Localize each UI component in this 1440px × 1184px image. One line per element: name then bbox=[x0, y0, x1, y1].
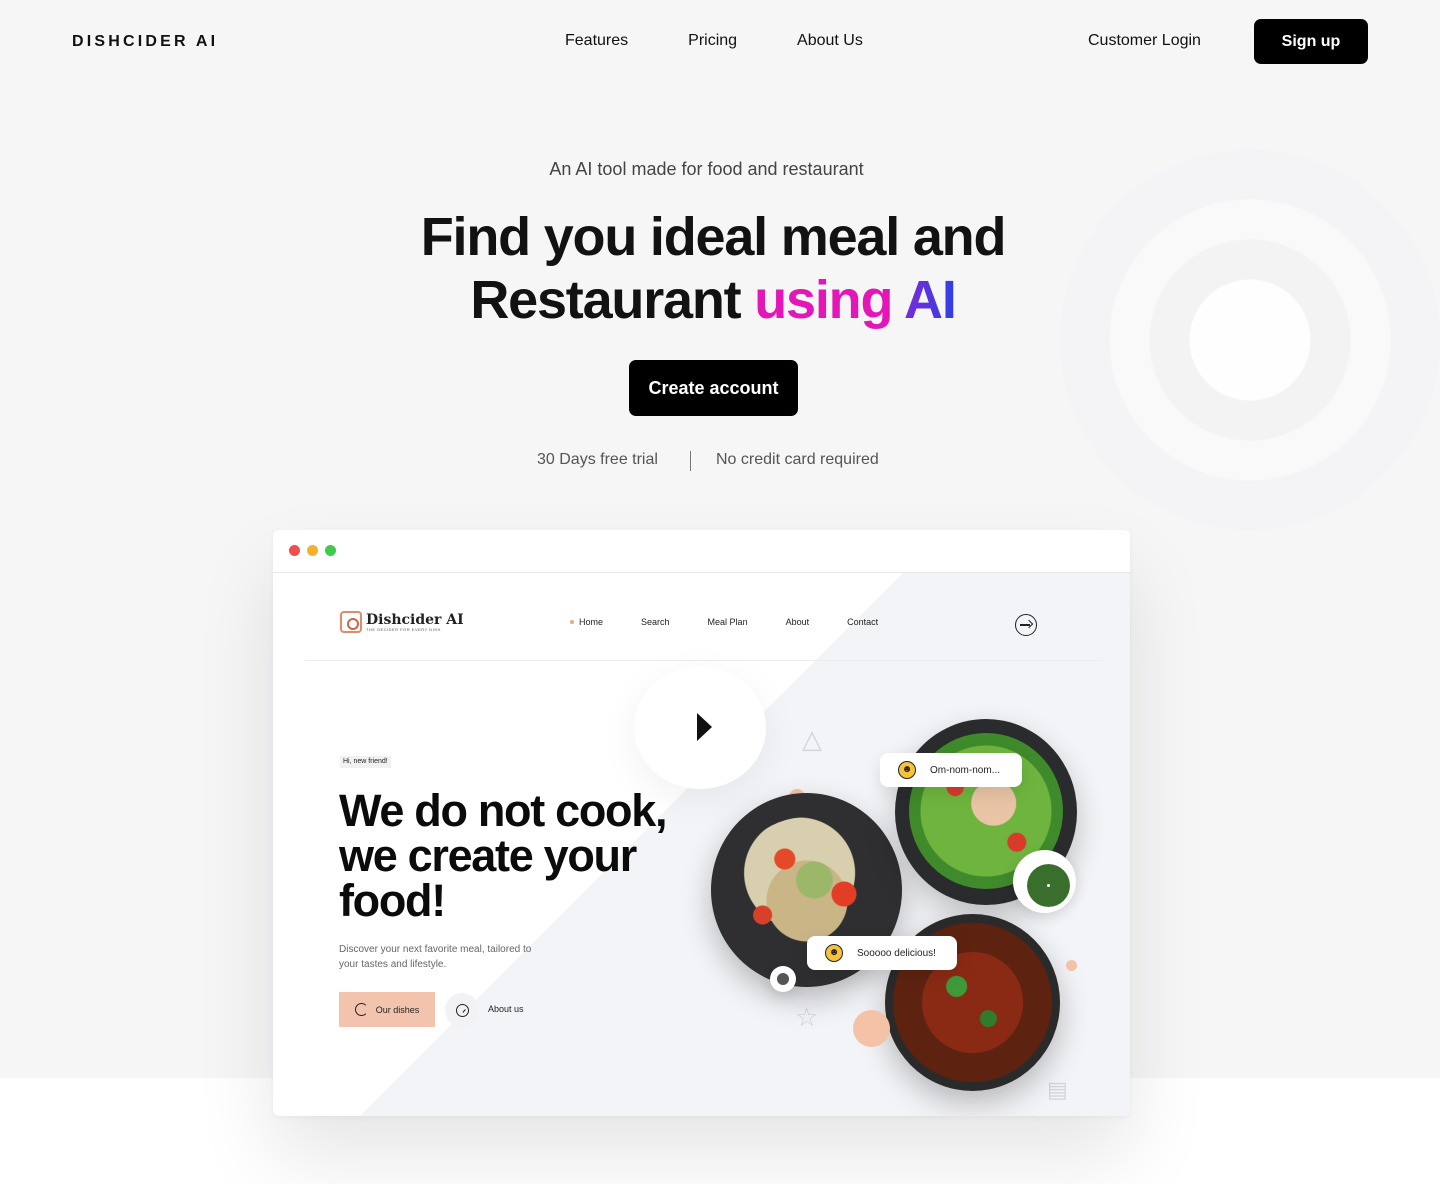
nav-link-pricing[interactable]: Pricing bbox=[688, 32, 737, 50]
preview-logo-icon bbox=[340, 611, 362, 633]
preview-brand-logo: Dishcider AI THE DECIDER FOR EVERY DISH bbox=[340, 611, 464, 633]
preview-nav-search: Search bbox=[641, 617, 670, 627]
reaction-chip-yum: ☻ Om-nom-nom... bbox=[880, 753, 1022, 787]
window-maximize-dot bbox=[325, 545, 336, 556]
heart-eyes-emoji-icon: ☻ bbox=[825, 944, 843, 962]
preview-hero-description: Discover your next favorite meal, tailor… bbox=[339, 944, 532, 970]
burger-icon: ▤ bbox=[1047, 1077, 1068, 1102]
signup-button[interactable]: Sign up bbox=[1254, 19, 1368, 64]
browser-title-bar bbox=[273, 530, 1130, 573]
nav-links: Features Pricing About Us bbox=[565, 32, 863, 50]
create-account-button[interactable]: Create account bbox=[629, 360, 798, 416]
greeting-badge: Hi, new friend! bbox=[340, 756, 391, 768]
login-arrow-icon bbox=[1015, 614, 1037, 636]
no-credit-card-note: No credit card required bbox=[716, 451, 879, 468]
pizza-icon: △ bbox=[802, 724, 822, 754]
hero-title-line1: Find you ideal meal and bbox=[420, 207, 1007, 267]
hero-eyebrow: An AI tool made for food and restaurant bbox=[549, 159, 864, 179]
top-navigation: DISHCIDER AI Features Pricing About Us C… bbox=[0, 0, 1440, 84]
about-us-compass-button bbox=[445, 993, 479, 1027]
reaction-chip-delicious-text: Sooooo delicious! bbox=[857, 947, 936, 959]
nav-link-about-us[interactable]: About Us bbox=[797, 32, 863, 50]
preview-nav-home: Home bbox=[570, 617, 603, 627]
reaction-chip-yum-text: Om-nom-nom... bbox=[930, 764, 1001, 776]
note-divider bbox=[690, 451, 691, 471]
nav-link-features[interactable]: Features bbox=[565, 32, 628, 50]
background-rings-decoration bbox=[1060, 130, 1440, 550]
yum-emoji-icon: ☻ bbox=[898, 761, 916, 779]
preview-brand-name: Dishcider AI bbox=[366, 611, 464, 628]
preview-nav: Home Search Meal Plan About Contact bbox=[570, 617, 878, 627]
window-minimize-dot bbox=[307, 545, 318, 556]
play-video-icon bbox=[634, 667, 766, 789]
free-trial-note: 30 Days free trial bbox=[537, 451, 658, 468]
our-dishes-button: Our dishes bbox=[339, 992, 435, 1027]
compass-icon bbox=[455, 1003, 469, 1017]
decor-ring bbox=[770, 966, 796, 992]
decor-ring bbox=[1013, 850, 1076, 913]
hero-title-line2: Restaurant using AI bbox=[0, 269, 1426, 332]
brand-logo[interactable]: DISHCIDER AI bbox=[72, 33, 218, 51]
decor-bubble bbox=[853, 1010, 890, 1047]
customer-login-link[interactable]: Customer Login bbox=[1088, 32, 1201, 50]
preview-nav-about: About bbox=[785, 617, 810, 627]
preview-nav-meal-plan: Meal Plan bbox=[707, 617, 748, 627]
preview-nav-divider bbox=[305, 660, 1102, 661]
hero-title-using: using bbox=[754, 270, 893, 330]
hero-title-ai: AI bbox=[904, 270, 957, 330]
hero-title-restaurant: Restaurant bbox=[470, 270, 755, 330]
preview-hero-title: We do not cook, we create your food! bbox=[339, 785, 667, 926]
decor-bubble bbox=[1066, 960, 1077, 971]
reaction-chip-delicious: ☻ Sooooo delicious! bbox=[807, 936, 957, 970]
browser-preview-window: Dishcider AI THE DECIDER FOR EVERY DISH … bbox=[273, 530, 1130, 1116]
window-close-dot bbox=[289, 545, 300, 556]
hero-title: Find you ideal meal and Restaurant using… bbox=[0, 206, 1426, 332]
cupcake-icon: ☆ bbox=[795, 1002, 819, 1032]
our-dishes-label: Our dishes bbox=[375, 1004, 420, 1015]
preview-nav-contact: Contact bbox=[847, 617, 879, 627]
about-us-label: About us bbox=[488, 1004, 524, 1014]
dish-icon bbox=[354, 1003, 368, 1016]
